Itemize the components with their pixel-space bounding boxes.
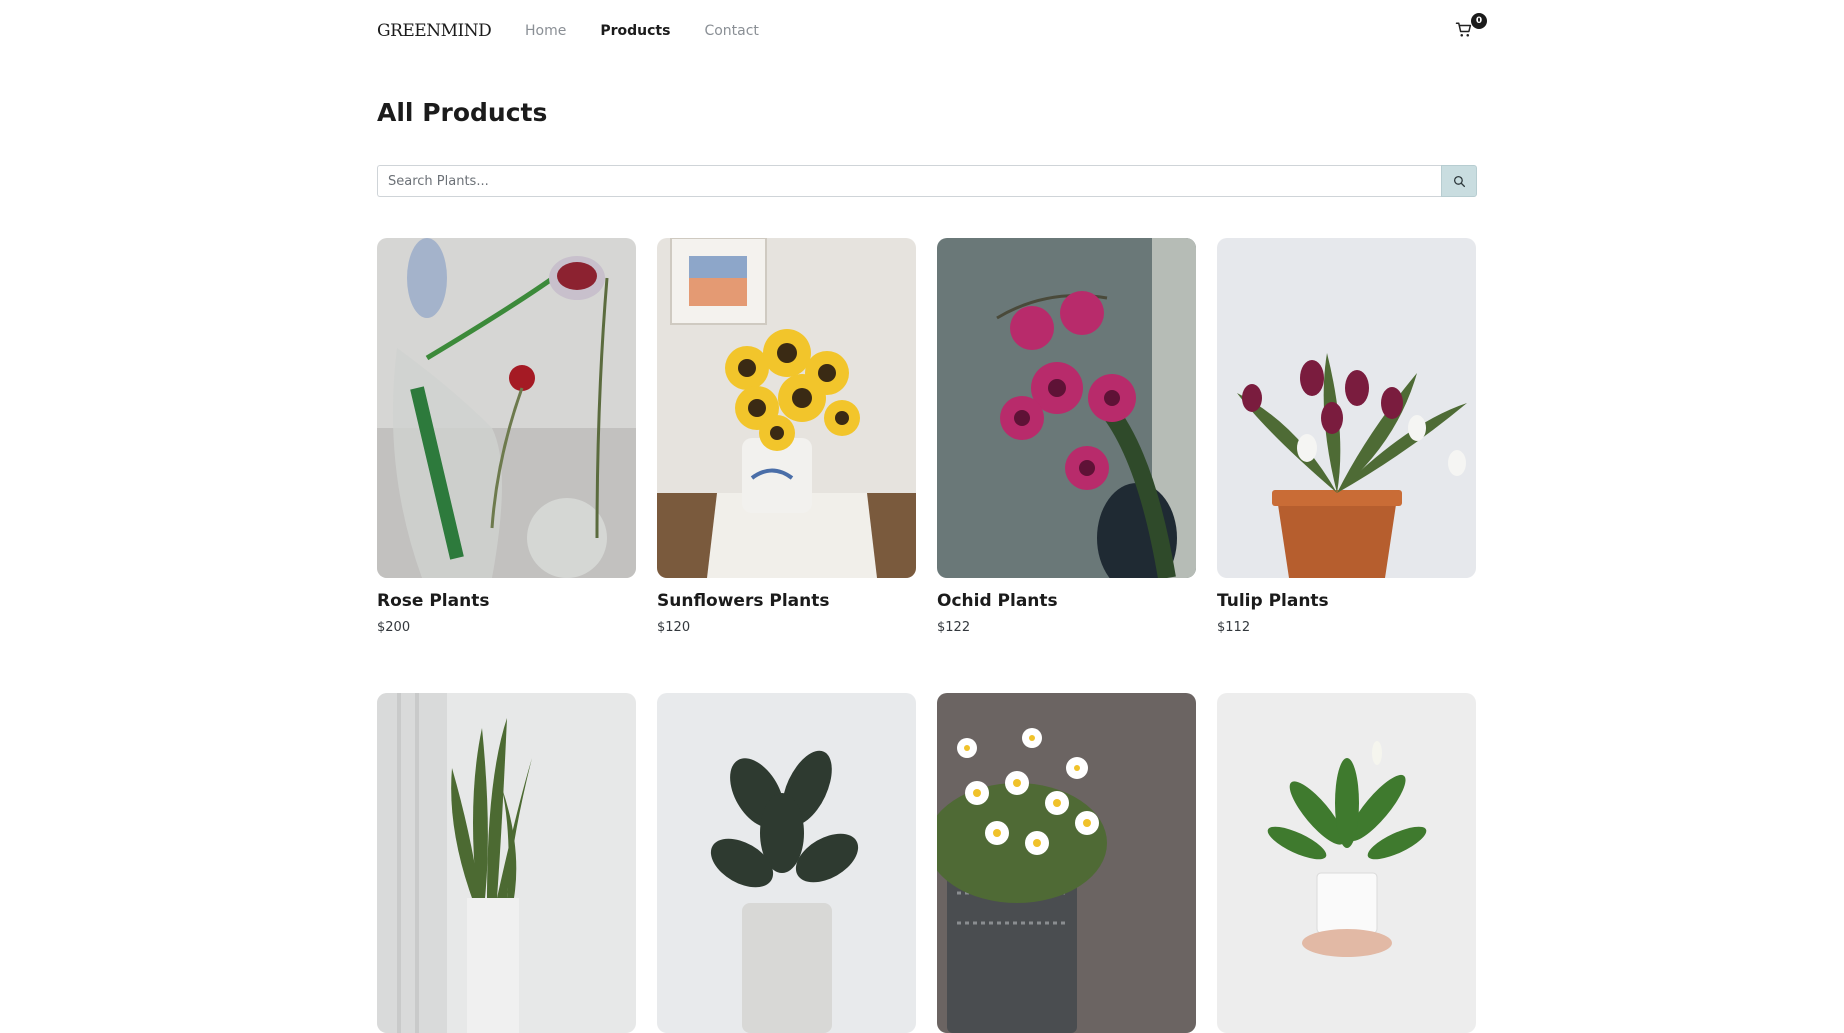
nav-products[interactable]: Products <box>600 23 670 39</box>
page-container: GREENMIND Home Products Contact 0 All Pr… <box>377 0 1487 1033</box>
cart-button[interactable]: 0 <box>1453 13 1487 42</box>
search-icon <box>1453 175 1465 187</box>
rose-plants-image[interactable] <box>377 238 636 578</box>
shopping-cart-icon <box>1455 22 1472 37</box>
search-bar <box>377 165 1477 197</box>
product-card-tulip[interactable]: Tulip Plants $112 <box>1217 238 1476 638</box>
product-price: $112 <box>1217 620 1251 635</box>
product-card-rubber-plant[interactable] <box>657 693 916 1033</box>
sunflowers-plants-image[interactable] <box>657 238 916 578</box>
product-card-daisy[interactable] <box>937 693 1196 1033</box>
logo[interactable]: GREENMIND <box>377 21 525 41</box>
peace-lily-image[interactable] <box>1217 693 1476 1033</box>
top-header: GREENMIND Home Products Contact 0 <box>377 0 1487 62</box>
product-card-sunflowers[interactable]: Sunflowers Plants $120 <box>657 238 916 638</box>
product-price: $120 <box>657 620 691 635</box>
ochid-plants-image[interactable] <box>937 238 1196 578</box>
product-price: $200 <box>377 620 411 635</box>
nav-home[interactable]: Home <box>525 23 566 39</box>
search-button[interactable] <box>1441 165 1477 197</box>
tulip-plants-image[interactable] <box>1217 238 1476 578</box>
product-card-peace-lily[interactable] <box>1217 693 1476 1033</box>
product-card-snake-plant[interactable] <box>377 693 636 1033</box>
nav-contact[interactable]: Contact <box>704 23 758 39</box>
product-name[interactable]: Rose Plants <box>377 591 636 613</box>
product-name[interactable]: Sunflowers Plants <box>657 591 916 613</box>
product-name[interactable]: Tulip Plants <box>1217 591 1476 613</box>
search-input[interactable] <box>377 165 1441 197</box>
main-nav: Home Products Contact <box>525 23 759 39</box>
rubber-plant-image[interactable] <box>657 693 916 1033</box>
product-card-rose[interactable]: Rose Plants $200 <box>377 238 636 638</box>
product-grid: Rose Plants $200 Sunflowers Plants $120 … <box>377 238 1477 1033</box>
daisy-plant-image[interactable] <box>937 693 1196 1033</box>
snake-plant-image[interactable] <box>377 693 636 1033</box>
page-title: All Products <box>377 98 548 127</box>
cart-count-badge: 0 <box>1471 13 1487 29</box>
product-card-orchid[interactable]: Ochid Plants $122 <box>937 238 1196 638</box>
product-price: $122 <box>937 620 971 635</box>
product-name[interactable]: Ochid Plants <box>937 591 1196 613</box>
